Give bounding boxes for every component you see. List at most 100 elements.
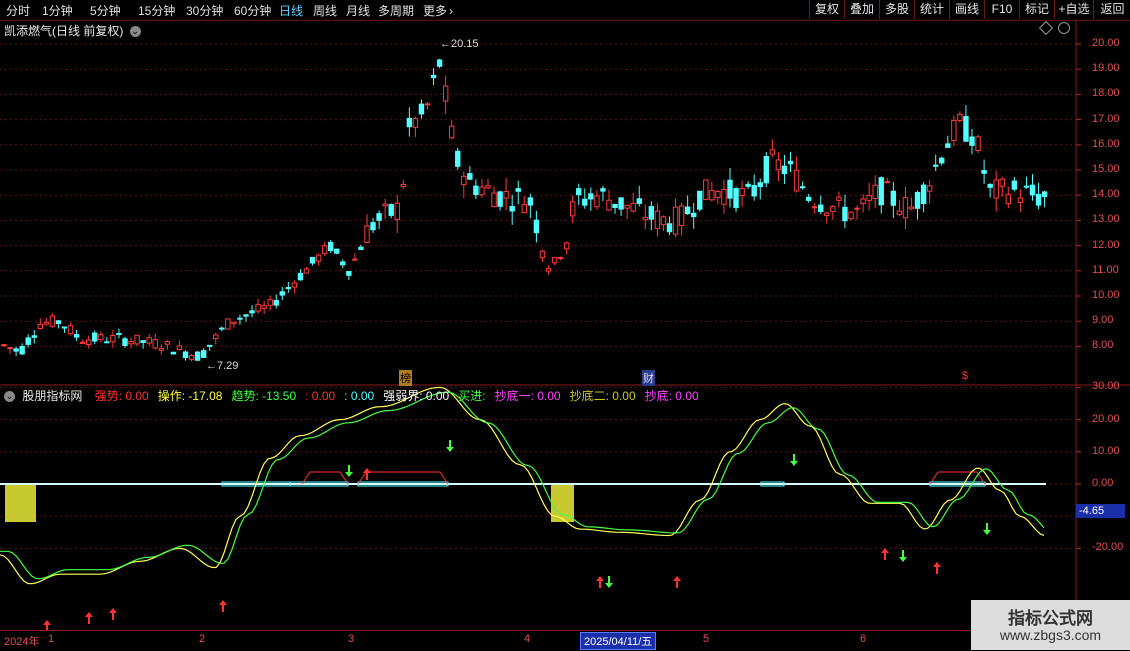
legend-item: : 0.00 xyxy=(344,389,375,403)
candle-body xyxy=(237,317,243,320)
candle-body xyxy=(908,206,915,210)
legend-item: 强弱界: 0.00 xyxy=(383,389,450,403)
price-axis-label: 11.00 xyxy=(1092,263,1119,276)
candle-body xyxy=(576,188,582,196)
period-tab-weekly[interactable]: 周线 xyxy=(313,2,337,19)
candle-body xyxy=(697,190,703,210)
operation-line xyxy=(0,386,1045,585)
candle-body xyxy=(945,143,951,148)
candle-body xyxy=(73,334,80,338)
period-tab-more[interactable]: 更多 › xyxy=(423,2,453,19)
candle-body xyxy=(975,136,981,151)
period-tab-30min[interactable]: 30分钟 xyxy=(186,2,223,19)
candle-body xyxy=(164,341,171,345)
candle-body xyxy=(703,179,709,200)
candle-body xyxy=(334,248,340,254)
statistics-button[interactable]: 统计 xyxy=(914,0,949,19)
candle-body xyxy=(388,204,394,216)
candle-body xyxy=(207,344,213,347)
candle-body xyxy=(799,186,806,189)
candle-body xyxy=(666,223,673,233)
candle-body xyxy=(285,287,292,290)
candle-body xyxy=(957,113,963,121)
multi-stock-button[interactable]: 多股 xyxy=(879,0,914,19)
candle-body xyxy=(563,242,570,250)
period-tab-multi[interactable]: 多周期 xyxy=(378,2,414,19)
candle-body xyxy=(866,194,872,201)
back-button[interactable]: 返回 xyxy=(1093,0,1130,19)
candle-body xyxy=(188,355,195,360)
buy-arrow-icon xyxy=(881,548,889,560)
candle-body xyxy=(933,164,939,167)
high-price-annotation: ←20.15 xyxy=(440,38,479,50)
fuquan-button[interactable]: 复权 xyxy=(809,0,844,19)
candle-body xyxy=(727,179,733,199)
bang-marker[interactable]: 榜 xyxy=(399,370,412,386)
candle-body xyxy=(213,334,219,340)
low-price-label: 7.29 xyxy=(217,360,239,372)
candle-body xyxy=(261,305,267,309)
candle-body xyxy=(691,212,697,218)
price-axis-label: 12.00 xyxy=(1092,238,1120,251)
candle-body xyxy=(49,315,56,327)
candle-body xyxy=(455,150,461,167)
candle-body xyxy=(358,246,364,250)
candle-body xyxy=(364,225,370,244)
candle-body xyxy=(116,332,122,335)
kline-chart[interactable] xyxy=(0,20,1130,630)
candle-body xyxy=(92,332,98,342)
price-axis-label: 16.00 xyxy=(1092,137,1120,150)
period-tab-fenshi[interactable]: 分时 xyxy=(6,2,30,19)
period-tab-1min[interactable]: 1分钟 xyxy=(42,2,73,19)
candle-body xyxy=(303,268,310,274)
price-axis-label: 8.00 xyxy=(1092,339,1114,352)
candle-body xyxy=(424,103,431,106)
legend-item: 抄底一: 0.00 xyxy=(494,389,561,403)
candle-body xyxy=(709,189,715,201)
chevron-down-circle-icon[interactable]: ⌄ xyxy=(4,391,15,403)
candle-body xyxy=(842,206,848,222)
period-tab-monthly[interactable]: 月线 xyxy=(346,2,370,19)
sell-arrow-icon xyxy=(983,523,991,535)
candle-body xyxy=(43,321,50,325)
period-tab-daily[interactable]: 日线 xyxy=(279,2,303,19)
candle-body xyxy=(128,341,134,345)
candle-body xyxy=(400,183,407,188)
candle-body xyxy=(981,170,987,174)
period-tab-60min[interactable]: 60分钟 xyxy=(234,2,271,19)
period-tab-5min[interactable]: 5分钟 xyxy=(90,2,121,19)
candle-body xyxy=(376,213,382,221)
buy-arrow-icon xyxy=(43,620,51,630)
candle-body xyxy=(660,216,667,226)
mark-button[interactable]: 标记 xyxy=(1019,0,1054,19)
candle-body xyxy=(648,206,655,220)
candle-body xyxy=(606,199,612,211)
candle-body xyxy=(951,120,957,141)
candle-body xyxy=(812,206,818,209)
add-watchlist-button[interactable]: +自选 xyxy=(1054,0,1093,19)
price-axis-label: 9.00 xyxy=(1092,314,1114,327)
candle-body xyxy=(672,206,679,235)
overlay-button[interactable]: 叠加 xyxy=(844,0,879,19)
date-label-month-1: 1 xyxy=(48,633,55,645)
candle-body xyxy=(787,160,794,165)
candle-body xyxy=(769,149,776,155)
dollar-marker[interactable]: $ xyxy=(962,370,968,382)
draw-line-button[interactable]: 画线 xyxy=(949,0,984,19)
period-tab-15min[interactable]: 15分钟 xyxy=(138,2,175,19)
buy-arrow-icon xyxy=(85,612,93,624)
f10-button[interactable]: F10 xyxy=(984,0,1019,19)
candle-body xyxy=(473,185,479,196)
date-label-year: 2024年 xyxy=(4,636,40,648)
cai-marker[interactable]: 财 xyxy=(642,370,655,386)
candle-body xyxy=(1005,194,1011,205)
chaodi-bar xyxy=(5,484,36,522)
candle-body xyxy=(7,347,13,350)
candle-body xyxy=(449,125,455,139)
sell-arrow-icon xyxy=(605,576,613,588)
candle-body xyxy=(231,321,237,325)
candle-body xyxy=(987,183,993,188)
date-axis: 2024年 1 2 3 4 5 6 2025/04/11/五 xyxy=(0,630,1076,651)
date-label-month-2: 2 xyxy=(199,633,206,645)
candle-body xyxy=(267,299,273,306)
